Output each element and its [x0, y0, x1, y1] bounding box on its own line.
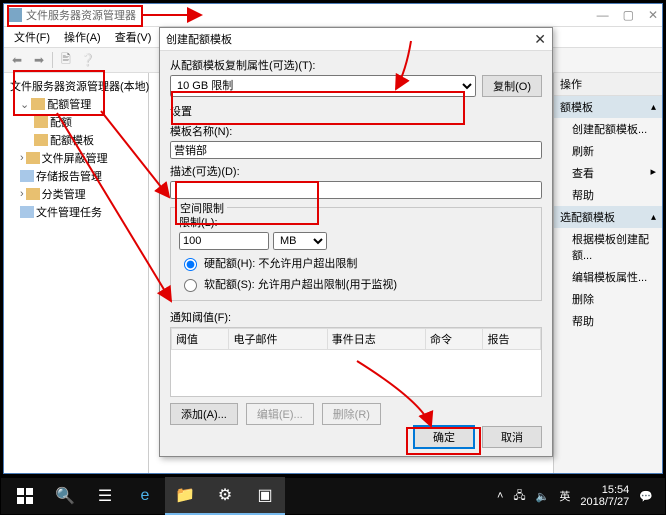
tray-up-icon[interactable]: ˄ [497, 490, 503, 502]
tree-label: 存储报告管理 [36, 168, 102, 184]
tree-label: 配额模板 [50, 132, 94, 148]
taskbar: 🔍 ☰ e 📁 ⚙ ▣ ˄ 🖧 🔈 英 15:54 2018/7/27 💬 [1, 478, 665, 514]
refresh-icon[interactable]: 🖹 [57, 51, 75, 69]
forward-icon[interactable]: ➡ [30, 51, 48, 69]
action-view[interactable]: 查看▸ [554, 162, 662, 184]
menu-view[interactable]: 查看(V) [109, 27, 158, 47]
copy-button[interactable]: 复制(O) [482, 75, 542, 97]
clock-time: 15:54 [580, 484, 629, 496]
annotation-box [13, 70, 105, 116]
folder-icon [26, 152, 40, 164]
edit-button[interactable]: 编辑(E)... [246, 403, 314, 425]
chevron-up-icon[interactable]: ▴ [651, 212, 656, 223]
maximize-button[interactable]: ▢ [623, 8, 634, 22]
notification-icon[interactable]: 💬 [639, 490, 653, 503]
threshold-table[interactable]: 阈值 电子邮件 事件日志 命令 报告 [170, 327, 542, 397]
search-icon[interactable]: 🔍 [45, 478, 85, 514]
chevron-right-icon: ▸ [650, 165, 656, 181]
dialog-title: 创建配额模板 [166, 31, 232, 47]
add-button[interactable]: 添加(A)... [170, 403, 238, 425]
soft-quota-label: 软配额(S): 允许用户超出限制(用于监视) [204, 276, 397, 292]
col-email[interactable]: 电子邮件 [229, 329, 327, 350]
sound-icon[interactable]: 🔈 [536, 490, 550, 503]
action-help[interactable]: 帮助 [554, 184, 662, 206]
actions-panel: 操作 额模板▴ 创建配额模板... 刷新 查看▸ 帮助 选配额模板▴ 根据模板创… [553, 73, 662, 474]
start-button[interactable] [5, 478, 45, 514]
tree-storage-report[interactable]: 存储报告管理 [6, 167, 146, 185]
folder-icon [34, 134, 48, 146]
actions-section-sel: 选配额模板▴ [554, 206, 662, 228]
cancel-button[interactable]: 取消 [482, 426, 542, 448]
server-manager-icon[interactable]: ⚙ [205, 477, 245, 515]
annotation-box [7, 5, 143, 27]
annotation-box [171, 91, 465, 125]
dialog-close-icon[interactable]: ✕ [534, 31, 546, 48]
limit-unit-select[interactable]: MB [273, 232, 327, 250]
col-report[interactable]: 报告 [483, 329, 541, 350]
tree-label: 文件管理任务 [36, 204, 102, 220]
menu-action[interactable]: 操作(A) [58, 27, 107, 47]
annotation-box [175, 181, 319, 225]
action-create-template[interactable]: 创建配额模板... [554, 118, 662, 140]
actions-section-template: 额模板▴ [554, 96, 662, 118]
tree-panel: 文件服务器资源管理器(本地) ⌄配额管理 配额 配额模板 ›文件屏蔽管理 存储报… [4, 73, 149, 474]
network-icon[interactable]: 🖧 [513, 487, 525, 506]
explorer-icon[interactable]: 📁 [165, 477, 205, 515]
folder-icon [34, 116, 48, 128]
separator [52, 52, 53, 68]
notify-label: 通知阈值(F): [170, 309, 542, 325]
folder-icon [26, 188, 40, 200]
chevron-up-icon[interactable]: ▴ [651, 102, 656, 113]
limit-input[interactable] [179, 232, 269, 250]
copy-from-label: 从配额模板复制属性(可选)(T): [170, 57, 542, 73]
template-name-input[interactable] [170, 141, 542, 159]
clock[interactable]: 15:54 2018/7/27 [580, 484, 629, 508]
action-create-from-template[interactable]: 根据模板创建配额... [554, 228, 662, 266]
soft-quota-radio[interactable] [184, 279, 197, 292]
col-eventlog[interactable]: 事件日志 [327, 329, 425, 350]
fsrm-icon[interactable]: ▣ [245, 477, 285, 515]
annotation-box [406, 427, 481, 455]
back-icon[interactable]: ⬅ [8, 51, 26, 69]
ie-icon[interactable]: e [125, 478, 165, 514]
action-help2[interactable]: 帮助 [554, 310, 662, 332]
action-delete[interactable]: 删除 [554, 288, 662, 310]
clock-date: 2018/7/27 [580, 496, 629, 508]
hard-quota-label: 硬配额(H): 不允许用户超出限制 [204, 255, 357, 271]
dialog-titlebar: 创建配额模板 ✕ [160, 28, 552, 51]
tree-file-screen[interactable]: ›文件屏蔽管理 [6, 149, 146, 167]
report-icon [20, 170, 34, 182]
action-edit-props[interactable]: 编辑模板属性... [554, 266, 662, 288]
close-button[interactable]: ✕ [648, 8, 658, 22]
description-label: 描述(可选)(D): [170, 163, 542, 179]
hard-quota-radio[interactable] [184, 258, 197, 271]
action-refresh[interactable]: 刷新 [554, 140, 662, 162]
task-icon [20, 206, 34, 218]
system-tray: ˄ 🖧 🔈 英 15:54 2018/7/27 💬 [497, 484, 661, 508]
tree-classification[interactable]: ›分类管理 [6, 185, 146, 203]
menu-file[interactable]: 文件(F) [8, 27, 56, 47]
col-command[interactable]: 命令 [426, 329, 483, 350]
tree-quota-template[interactable]: 配额模板 [6, 131, 146, 149]
remove-button[interactable]: 删除(R) [322, 403, 381, 425]
tree-label: 配额 [50, 114, 72, 130]
minimize-button[interactable]: — [597, 8, 609, 22]
tree-file-tasks[interactable]: 文件管理任务 [6, 203, 146, 221]
col-threshold[interactable]: 阈值 [172, 329, 229, 350]
template-name-label: 模板名称(N): [170, 123, 542, 139]
tree-label: 文件屏蔽管理 [42, 150, 108, 166]
task-view-icon[interactable]: ☰ [85, 478, 125, 514]
ime-indicator[interactable]: 英 [559, 488, 570, 504]
tree-label: 分类管理 [42, 186, 86, 202]
help-icon[interactable]: ❔ [79, 51, 97, 69]
actions-header: 操作 [554, 73, 662, 96]
